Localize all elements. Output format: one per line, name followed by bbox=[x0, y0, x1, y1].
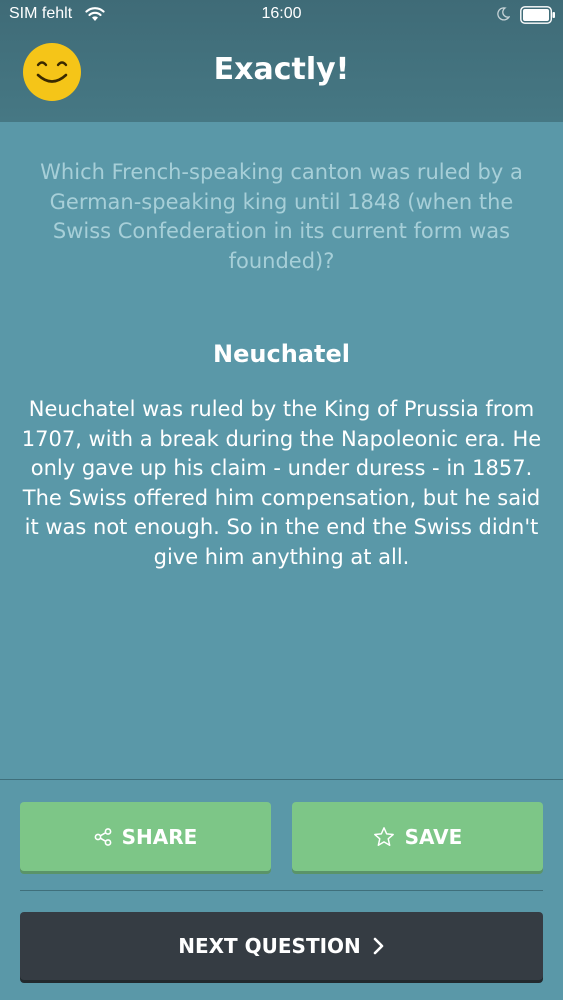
status-bar: SIM fehlt 16:00 bbox=[0, 0, 563, 30]
share-button-label: SHARE bbox=[121, 824, 198, 849]
share-button[interactable]: SHARE bbox=[20, 802, 271, 871]
next-question-button[interactable]: NEXT QUESTION bbox=[20, 912, 543, 980]
page-title: Exactly! bbox=[213, 52, 350, 87]
answer-explanation: Neuchatel was ruled by the King of Pruss… bbox=[21, 397, 542, 569]
save-button[interactable]: SAVE bbox=[292, 802, 543, 871]
answer-title: Neuchatel bbox=[213, 340, 350, 368]
status-time: 16:00 bbox=[261, 5, 302, 22]
divider bbox=[20, 890, 543, 891]
battery-icon bbox=[520, 6, 555, 24]
divider bbox=[0, 779, 563, 780]
next-question-label: NEXT QUESTION bbox=[178, 934, 361, 958]
moon-icon bbox=[497, 7, 510, 21]
question-text: Which French-speaking canton was ruled b… bbox=[40, 160, 523, 273]
chevron-right-icon bbox=[373, 937, 384, 955]
header-bar: SIM fehlt 16:00 Exactly! bbox=[0, 0, 563, 122]
share-icon bbox=[94, 827, 112, 846]
star-icon bbox=[373, 826, 394, 846]
save-button-label: SAVE bbox=[404, 824, 463, 849]
